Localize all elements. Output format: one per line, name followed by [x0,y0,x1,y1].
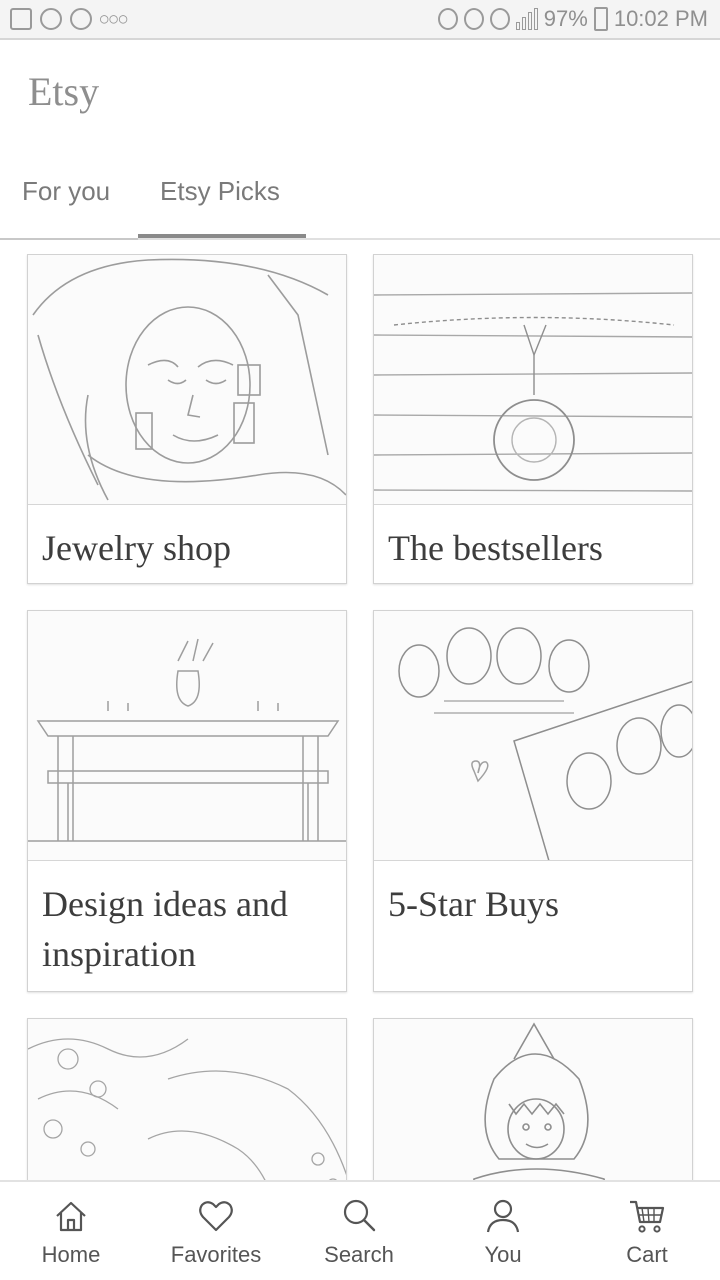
card-jewelry-shop[interactable]: Jewelry shop [27,254,347,584]
nav-favorites[interactable]: Favorites [156,1196,276,1268]
home-icon [56,1201,86,1232]
heart-icon [199,1201,233,1232]
card-image [28,611,346,861]
card-label: The bestsellers [388,528,603,568]
card-bestsellers[interactable]: The bestsellers [373,254,693,584]
nav-you-label: You [484,1242,522,1267]
pendant-necklace-image [374,292,692,492]
app-title: Etsy [28,69,100,114]
card-image [28,255,346,505]
nav-search-label: Search [324,1242,394,1267]
bluetooth-icon [463,8,484,30]
floral-image [28,1038,346,1180]
wifi-icon [489,8,510,30]
child-shark-hood-image [473,1022,606,1180]
card-image [374,255,692,505]
card-image [374,611,692,861]
card-shark-hood[interactable] [373,1018,693,1180]
card-label: 5-Star Buys [388,884,559,924]
tab-divider [0,238,138,240]
location-icon [437,8,458,30]
card-image [28,1019,346,1180]
card-design-ideas[interactable]: Design ideas and inspiration [27,610,347,992]
pinwheel-notification-icon [40,8,62,30]
nav-you[interactable]: You [443,1196,563,1268]
nav-search[interactable]: Search [299,1196,419,1268]
nav-cart-label: Cart [626,1242,668,1267]
tab-etsy-picks[interactable]: Etsy Picks [160,176,280,207]
nav-favorites-label: Favorites [170,1242,262,1267]
sync-notification-icon [70,8,92,30]
battery-icon [593,7,608,31]
tab-bar: For you Etsy Picks [0,160,720,240]
family-portrait-prints-image [398,627,692,860]
clock: 10:02 PM [613,6,708,31]
picks-grid: Jewelry shop The bestsellers Design idea… [0,254,720,1180]
bottom-navigation: Home Favorites Search You Cart [0,1180,720,1280]
card-image [374,1019,692,1180]
card-label: Jewelry shop [42,528,231,568]
dining-table-image [28,638,346,842]
nav-home[interactable]: Home [11,1196,131,1268]
tab-for-you[interactable]: For you [22,176,110,207]
more-notifications-icon: ○○○ [100,11,129,27]
card-label: Design ideas and inspiration [42,884,288,974]
notification-icons: ○○○ [10,8,128,30]
user-icon [486,1199,520,1233]
status-bar: ○○○ 97% 10:02 PM [0,0,720,40]
battery-percent: 97% [543,6,588,31]
nav-cart[interactable]: Cart [587,1196,707,1268]
signal-icon [515,8,538,30]
cart-icon [630,1200,665,1233]
card-5-star-buys[interactable]: 5-Star Buys [373,610,693,992]
gallery-notification-icon [10,8,32,30]
search-icon [343,1199,376,1232]
woman-earrings-image [32,258,346,501]
nav-home-label: Home [41,1242,101,1267]
tab-selected-indicator [138,234,306,238]
card-floral[interactable] [27,1018,347,1180]
system-icons: 97% 10:02 PM [437,6,708,32]
